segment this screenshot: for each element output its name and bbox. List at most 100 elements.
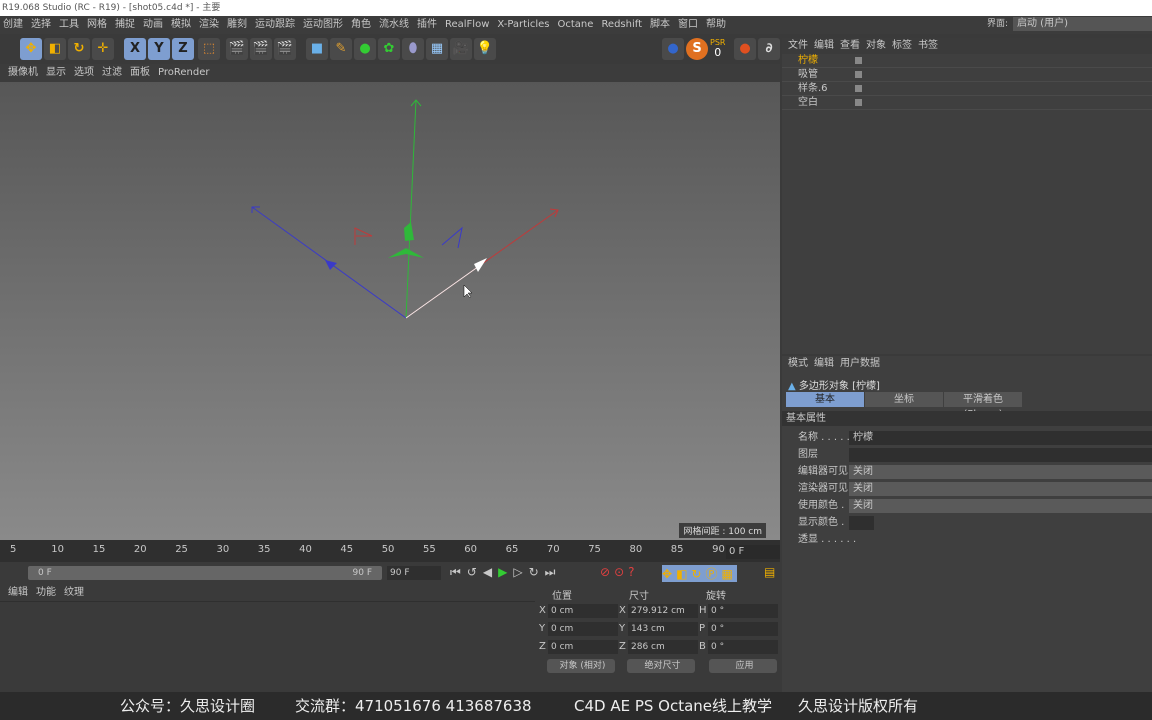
- rotate-tool-button[interactable]: ↻: [68, 38, 90, 60]
- size-mode-dropdown[interactable]: 绝对尺寸: [627, 659, 695, 673]
- menu-item[interactable]: 运动跟踪: [255, 19, 295, 30]
- go-end-icon[interactable]: ⏭: [545, 565, 562, 579]
- visibility-toggle[interactable]: [855, 71, 862, 78]
- object-menu-item[interactable]: 文件: [788, 40, 808, 51]
- coord-size-field[interactable]: 143 cm: [628, 622, 698, 636]
- menu-item[interactable]: 动画: [143, 19, 163, 30]
- menu-item[interactable]: 运动图形: [303, 19, 343, 30]
- menu-item[interactable]: 捕捉: [115, 19, 135, 30]
- go-start-icon[interactable]: ⏮: [450, 565, 467, 579]
- field-value[interactable]: 柠檬: [849, 431, 1152, 445]
- render-view-icon[interactable]: 🎬: [226, 38, 248, 60]
- move-tool-button[interactable]: ✥: [20, 38, 42, 60]
- coord-rot-field[interactable]: 0 °: [708, 622, 778, 636]
- play-icon[interactable]: ▶: [498, 565, 513, 579]
- material-menu-item[interactable]: 功能: [36, 587, 56, 598]
- next-frame-icon[interactable]: ▷: [513, 565, 528, 579]
- object-row[interactable]: 样条.6: [782, 82, 1152, 96]
- field-value[interactable]: [849, 516, 874, 530]
- key-param-icon[interactable]: Ⓟ: [705, 567, 721, 581]
- menu-item[interactable]: 插件: [417, 19, 437, 30]
- field-value[interactable]: 关闭: [849, 499, 1152, 513]
- playback-controls[interactable]: ⏮↺◀▶▷↻⏭: [450, 565, 561, 580]
- field-value[interactable]: 关闭: [849, 482, 1152, 496]
- menu-item[interactable]: Octane: [558, 19, 594, 30]
- cube-icon[interactable]: ■: [306, 38, 328, 60]
- menu-item[interactable]: 渲染: [199, 19, 219, 30]
- current-frame-field[interactable]: 0 F: [726, 545, 780, 559]
- autokey-icon[interactable]: ⊙: [614, 565, 628, 579]
- menu-item[interactable]: 雕刻: [227, 19, 247, 30]
- tab-phong[interactable]: 平滑着色(Phong): [944, 392, 1022, 420]
- s-plugin-icon[interactable]: S: [686, 38, 708, 60]
- material-menu-item[interactable]: 编辑: [8, 587, 28, 598]
- menu-item[interactable]: 脚本: [650, 19, 670, 30]
- viewport-menu-item[interactable]: 过滤: [102, 67, 122, 78]
- next-key-icon[interactable]: ↻: [529, 565, 545, 579]
- object-menu-item[interactable]: 编辑: [814, 40, 834, 51]
- menu-item[interactable]: X-Particles: [497, 19, 549, 30]
- axes-gizmo[interactable]: [0, 82, 780, 540]
- subdivision-icon[interactable]: ●: [354, 38, 376, 60]
- key-pla-icon[interactable]: ▦: [721, 567, 736, 581]
- prev-frame-icon[interactable]: ◀: [483, 565, 498, 579]
- visibility-toggle[interactable]: [855, 99, 862, 106]
- menu-item[interactable]: RealFlow: [445, 19, 489, 30]
- menu-item[interactable]: 选择: [31, 19, 51, 30]
- coord-mode-dropdown[interactable]: 对象 (相对): [547, 659, 615, 673]
- tab-coordinates[interactable]: 坐标: [865, 392, 943, 407]
- object-menu-item[interactable]: 书签: [918, 40, 938, 51]
- object-row[interactable]: 柠檬: [782, 54, 1152, 68]
- menu-item[interactable]: 窗口: [678, 19, 698, 30]
- menu-item[interactable]: 创建: [3, 19, 23, 30]
- material-menu-item[interactable]: 纹理: [64, 587, 84, 598]
- visibility-toggle[interactable]: [855, 57, 862, 64]
- timeline-ruler[interactable]: 5 10 15 20 25 30 35 40 45 50 55 60 65 70 75 80 85 90: [0, 540, 780, 562]
- object-row[interactable]: 吸管: [782, 68, 1152, 82]
- prev-key-icon[interactable]: ↺: [467, 565, 483, 579]
- render-settings-icon[interactable]: 🎬: [274, 38, 296, 60]
- viewport[interactable]: 网格间距 : 100 cm: [0, 82, 780, 540]
- z-axis-lock-button[interactable]: Z: [172, 38, 194, 60]
- viewport-menu-item[interactable]: 选项: [74, 67, 94, 78]
- attribute-menu-item[interactable]: 编辑: [814, 358, 834, 369]
- object-row[interactable]: 空白: [782, 96, 1152, 110]
- attribute-menu-item[interactable]: 用户数据: [840, 358, 880, 369]
- snap-icon[interactable]: ●: [734, 38, 756, 60]
- x-axis-lock-button[interactable]: X: [124, 38, 146, 60]
- array-icon[interactable]: ✿: [378, 38, 400, 60]
- menu-item[interactable]: 帮助: [706, 19, 726, 30]
- coord-pos-field[interactable]: 0 cm: [548, 604, 618, 618]
- menu-item[interactable]: 模拟: [171, 19, 191, 30]
- coord-size-field[interactable]: 279.912 cm: [628, 604, 698, 618]
- menu-item[interactable]: 网格: [87, 19, 107, 30]
- layout-select[interactable]: 启动 (用户): [1013, 17, 1152, 31]
- transform-tool-button[interactable]: ✛: [92, 38, 114, 60]
- field-value[interactable]: [849, 448, 1152, 462]
- visibility-toggle[interactable]: [855, 85, 862, 92]
- menu-item[interactable]: 工具: [59, 19, 79, 30]
- coord-pos-field[interactable]: 0 cm: [548, 622, 618, 636]
- frame-range-slider[interactable]: 0 F 90 F: [28, 566, 382, 580]
- key-scale-icon[interactable]: ◧: [676, 567, 691, 581]
- end-frame-field[interactable]: 90 F: [387, 566, 441, 580]
- viewport-menu-item[interactable]: 面板: [130, 67, 150, 78]
- menu-item[interactable]: Redshift: [601, 19, 642, 30]
- y-axis-lock-button[interactable]: Y: [148, 38, 170, 60]
- viewport-menu-item[interactable]: ProRender: [158, 67, 209, 78]
- pen-icon[interactable]: ✎: [330, 38, 352, 60]
- render-picture-icon[interactable]: 🎬: [250, 38, 272, 60]
- key-filter-controls[interactable]: ✥◧↻Ⓟ▦: [662, 565, 737, 582]
- viewport-menu-item[interactable]: 摄像机: [8, 67, 38, 78]
- keyframe-help-icon[interactable]: ?: [628, 565, 638, 579]
- object-menu-item[interactable]: 对象: [866, 40, 886, 51]
- coord-pos-field[interactable]: 0 cm: [548, 640, 618, 654]
- object-menu-item[interactable]: 标签: [892, 40, 912, 51]
- apply-button[interactable]: 应用: [709, 659, 777, 673]
- field-value[interactable]: 关闭: [849, 465, 1152, 479]
- object-menu-item[interactable]: 查看: [840, 40, 860, 51]
- light-icon[interactable]: 💡: [474, 38, 496, 60]
- record-icon[interactable]: ⊘: [600, 565, 614, 579]
- key-position-icon[interactable]: ✥: [662, 567, 676, 581]
- tab-basic[interactable]: 基本: [786, 392, 864, 407]
